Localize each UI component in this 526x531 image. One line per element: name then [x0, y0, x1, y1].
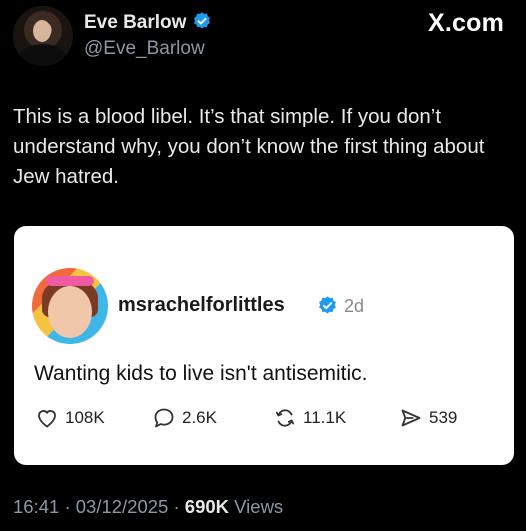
avatar-headband [46, 276, 94, 286]
author-avatar[interactable] [13, 6, 73, 66]
meta-separator: · [64, 496, 71, 517]
avatar-shoulders [19, 44, 67, 66]
post-date[interactable]: 03/12/2025 [76, 496, 169, 517]
site-label: X.com [427, 9, 504, 37]
quoted-post-card[interactable]: msrachelforlittles 2d Wanting kids to li… [14, 226, 514, 465]
verified-badge-icon [319, 296, 336, 314]
quoted-post-text: Wanting kids to live isn't antisemitic. [34, 362, 368, 385]
quoted-user-avatar[interactable] [32, 268, 108, 344]
reply-count: 2.6K [182, 408, 217, 427]
views-count: 690K [184, 496, 230, 517]
like-count: 108K [65, 408, 105, 427]
avatar-face [33, 20, 51, 42]
share-button[interactable]: 539 [399, 406, 457, 430]
reply-button[interactable]: 2.6K [152, 406, 217, 430]
meta-separator: · [173, 496, 180, 517]
tweet-text: This is a blood libel. It’s that simple.… [13, 105, 485, 188]
repost-button[interactable]: 11.1K [273, 406, 346, 430]
avatar-face [48, 286, 92, 338]
heart-icon [38, 410, 56, 428]
send-icon [401, 409, 421, 427]
views-label: Views [234, 496, 284, 517]
author-name[interactable]: Eve Barlow [84, 12, 186, 34]
like-button[interactable]: 108K [35, 406, 105, 430]
author-handle[interactable]: @Eve_Barlow [84, 38, 205, 60]
quoted-username[interactable]: msrachelforlittles [118, 294, 285, 317]
tweet-screenshot: Eve Barlow @Eve_Barlow X.com This is a b… [0, 0, 526, 531]
repost-icon [275, 409, 295, 427]
post-meta: 16:41 · 03/12/2025 · 690K Views [13, 496, 283, 518]
repost-count: 11.1K [303, 408, 347, 427]
post-time[interactable]: 16:41 [13, 496, 59, 517]
share-count: 539 [429, 408, 458, 427]
post-age: 2d [344, 296, 365, 316]
comment-bubble-icon [154, 408, 174, 428]
verified-badge-icon [194, 12, 210, 29]
